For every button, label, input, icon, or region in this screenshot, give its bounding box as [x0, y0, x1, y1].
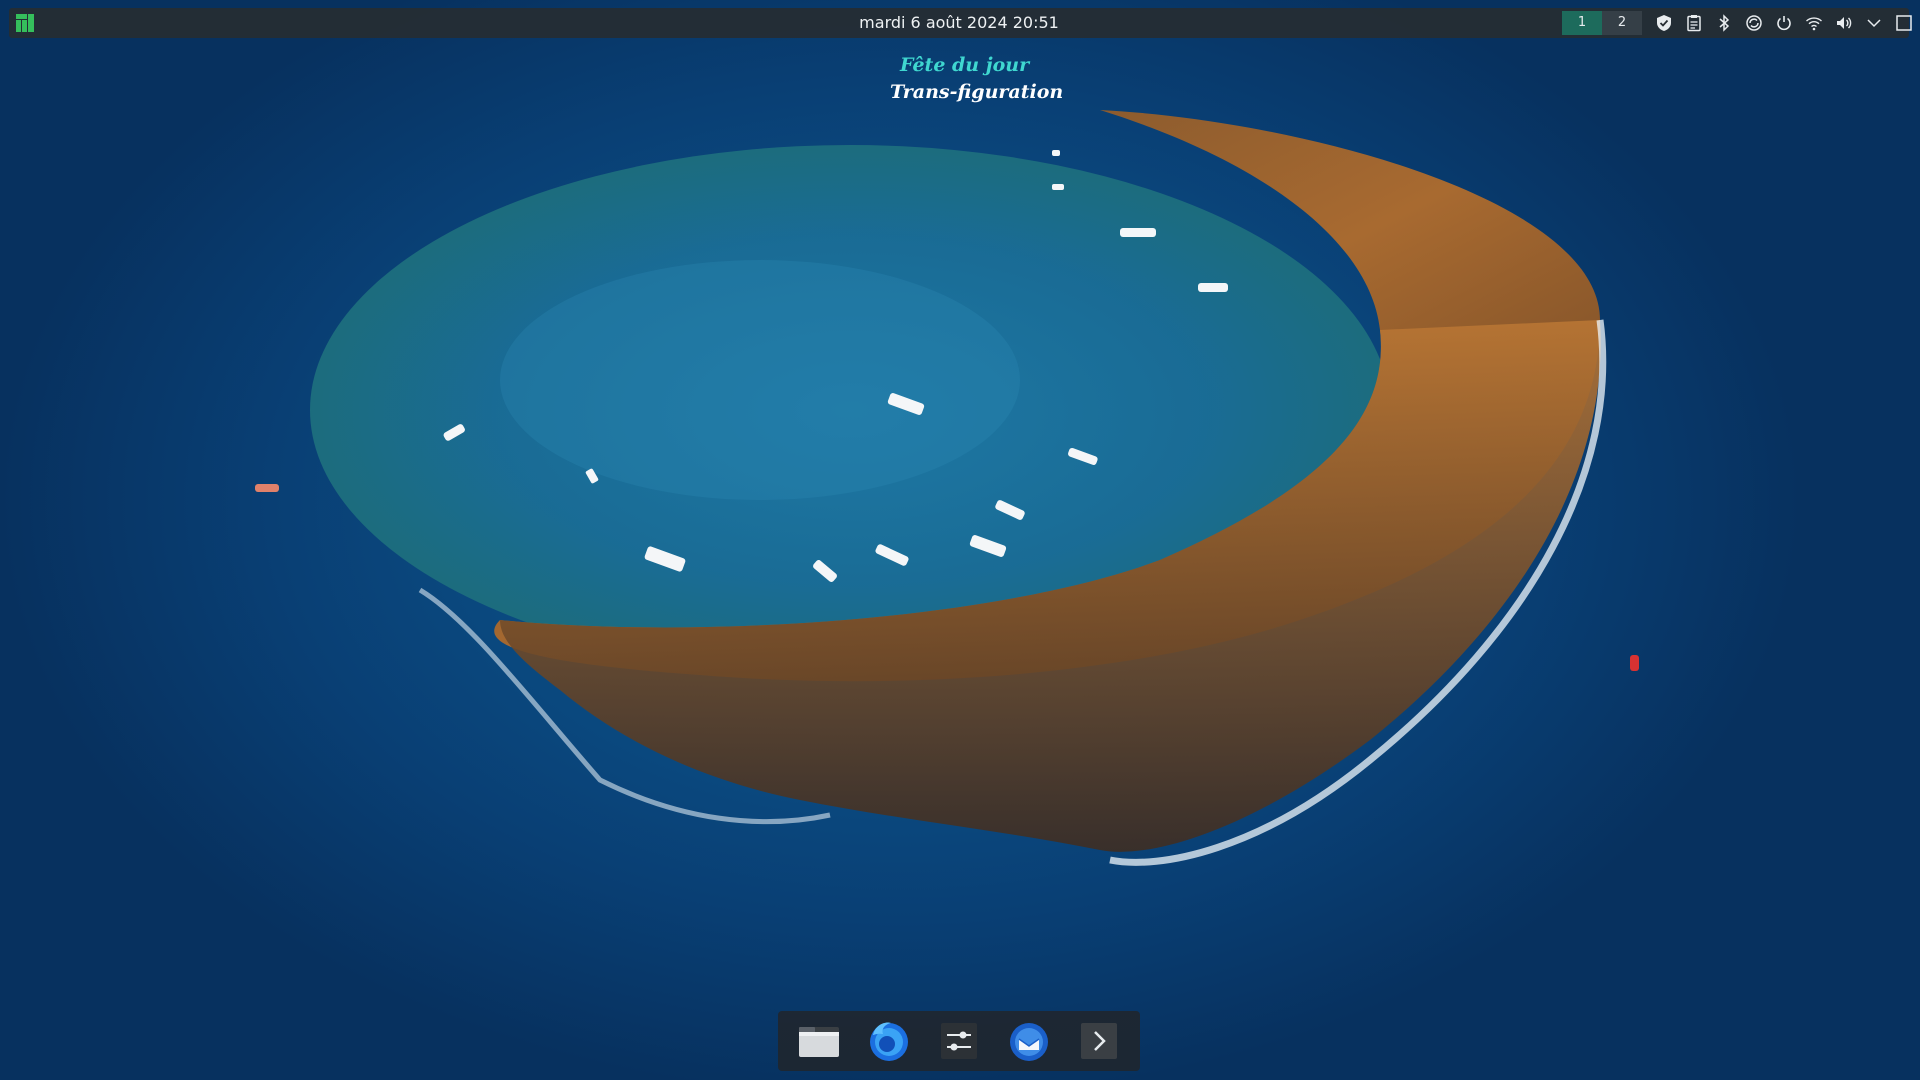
wifi-icon[interactable]: [1799, 8, 1829, 38]
expand-arrow-icon[interactable]: [1859, 8, 1889, 38]
desktop-2-button[interactable]: 2: [1602, 11, 1642, 35]
clock[interactable]: mardi 6 août 2024 20:51: [809, 8, 1109, 38]
volume-icon[interactable]: [1829, 8, 1859, 38]
fete-du-jour-widget: Fête du jour Trans-figuration: [870, 54, 1070, 110]
shield-icon[interactable]: [1649, 8, 1679, 38]
system-settings-button[interactable]: [931, 1015, 987, 1067]
wallpaper-image: [255, 110, 1639, 866]
system-settings-icon: [941, 1023, 977, 1059]
top-panel: mardi 6 août 2024 20:51 1 2: [9, 8, 1912, 38]
app-launcher-button[interactable]: [13, 11, 37, 35]
widget-title: Fête du jour: [900, 54, 1030, 76]
chevron-right-icon: [1081, 1023, 1117, 1059]
dock: [778, 1011, 1140, 1071]
firefox-icon: [870, 1022, 908, 1061]
virtual-desktop-pager: 1 2: [1562, 11, 1642, 35]
manjaro-logo-icon: [16, 14, 34, 32]
thunderbird-button[interactable]: [1001, 1015, 1057, 1067]
system-tray: [1649, 8, 1919, 38]
firefox-button[interactable]: [861, 1015, 917, 1067]
show-desktop-icon[interactable]: [1889, 8, 1919, 38]
file-manager-button[interactable]: [791, 1015, 847, 1067]
widget-saint-name: Trans-figuration: [890, 81, 1064, 103]
update-icon[interactable]: [1739, 8, 1769, 38]
power-icon[interactable]: [1769, 8, 1799, 38]
bluetooth-icon[interactable]: [1709, 8, 1739, 38]
file-manager-icon: [799, 1027, 839, 1057]
clipboard-icon[interactable]: [1679, 8, 1709, 38]
more-apps-button[interactable]: [1071, 1015, 1127, 1067]
desktop[interactable]: mardi 6 août 2024 20:51 1 2 Fête du jour…: [0, 0, 1920, 1080]
thunderbird-icon: [1010, 1023, 1048, 1061]
desktop-1-button[interactable]: 1: [1562, 11, 1602, 35]
